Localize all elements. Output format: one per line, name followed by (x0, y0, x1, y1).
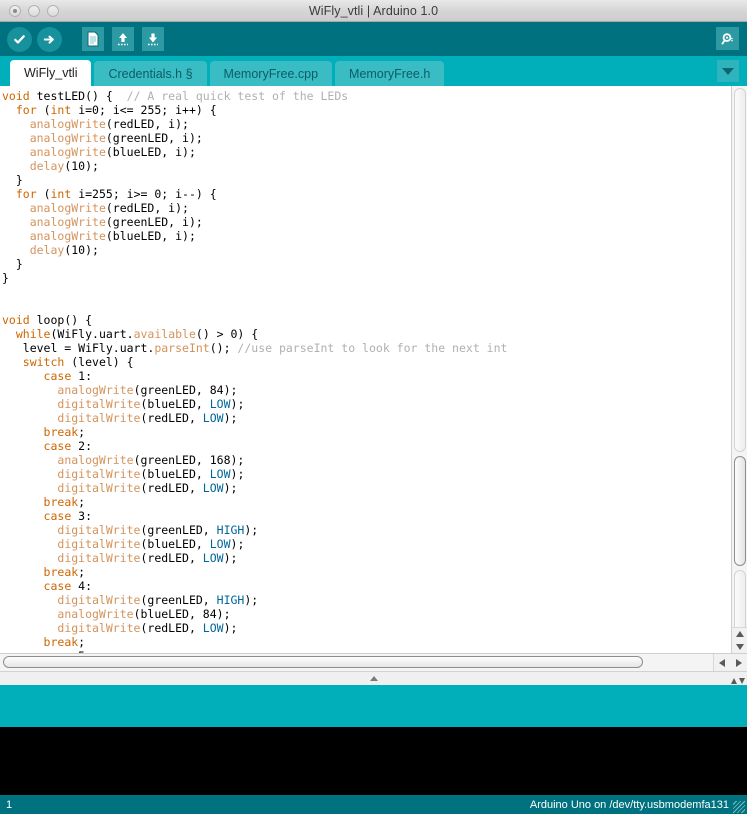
checkmark-icon (6, 26, 32, 52)
line-number-indicator: 1 (6, 798, 13, 811)
arrow-right-icon (36, 26, 62, 52)
code-editor[interactable]: void testLED() { // A real quick test of… (0, 86, 731, 653)
tab-label: MemoryFree.h (349, 66, 431, 81)
arduino-ide-window: WiFly_vtli | Arduino 1.0 WiFly_vtli Cred… (0, 0, 747, 814)
message-bar (0, 685, 747, 727)
toolbar (0, 22, 747, 56)
tab-memoryfree-cpp[interactable]: MemoryFree.cpp (209, 61, 333, 86)
scroll-up-icon[interactable] (736, 631, 744, 638)
window-resize-grip[interactable] (733, 801, 745, 813)
scroll-down-icon[interactable] (736, 643, 744, 650)
console-output[interactable] (0, 727, 747, 795)
verify-button[interactable] (6, 26, 32, 52)
arrow-up-icon (112, 27, 134, 51)
tab-credentials-h[interactable]: Credentials.h § (94, 61, 207, 86)
status-bar: 1 Arduino Uno on /dev/tty.usbmodemfa131 (0, 795, 747, 814)
upload-button[interactable] (36, 26, 62, 52)
tab-wifly-vtli[interactable]: WiFly_vtli (10, 60, 92, 86)
horizontal-scroll-arrows[interactable] (713, 654, 747, 671)
splitter-grip-icon (369, 676, 378, 681)
arrow-down-icon (142, 27, 164, 51)
code-text: void testLED() { // A real quick test of… (2, 89, 508, 653)
horizontal-scrollbar-row (0, 653, 747, 671)
splitter-corner-arrows[interactable] (731, 678, 745, 684)
vertical-scroll-arrows[interactable] (732, 627, 747, 653)
horizontal-scrollbar[interactable] (0, 654, 713, 671)
editor-pane: void testLED() { // A real quick test of… (0, 86, 747, 671)
save-button[interactable] (140, 26, 166, 52)
chevron-down-icon (722, 67, 734, 75)
open-button[interactable] (110, 26, 136, 52)
pane-splitter[interactable] (0, 671, 747, 685)
toolbar-primary-group (6, 26, 166, 52)
vertical-scrollbar-thumb[interactable] (734, 456, 746, 566)
scroll-right-icon[interactable] (735, 658, 742, 667)
tab-label: MemoryFree.cpp (223, 66, 319, 81)
editor-row: void testLED() { // A real quick test of… (0, 86, 747, 653)
splitter-down-icon[interactable] (739, 678, 745, 684)
board-port-info: Arduino Uno on /dev/tty.usbmodemfa131 (529, 798, 729, 811)
tab-label: WiFly_vtli (24, 66, 78, 80)
magnifier-icon (716, 27, 739, 50)
vertical-scrollbar[interactable] (731, 86, 747, 653)
tab-memoryfree-h[interactable]: MemoryFree.h (335, 61, 445, 86)
title-bar: WiFly_vtli | Arduino 1.0 (0, 0, 747, 22)
serial-monitor-button[interactable] (716, 27, 739, 50)
vertical-scrollbar-track-top[interactable] (734, 88, 746, 452)
splitter-up-icon[interactable] (731, 678, 737, 684)
new-button[interactable] (80, 26, 106, 52)
window-title: WiFly_vtli | Arduino 1.0 (308, 3, 439, 18)
tab-bar: WiFly_vtli Credentials.h § MemoryFree.cp… (0, 56, 747, 86)
horizontal-scrollbar-thumb[interactable] (3, 656, 643, 668)
scroll-left-icon[interactable] (719, 658, 726, 667)
tab-label: Credentials.h § (108, 66, 193, 81)
tab-menu-button[interactable] (717, 60, 739, 82)
document-icon (82, 27, 104, 51)
